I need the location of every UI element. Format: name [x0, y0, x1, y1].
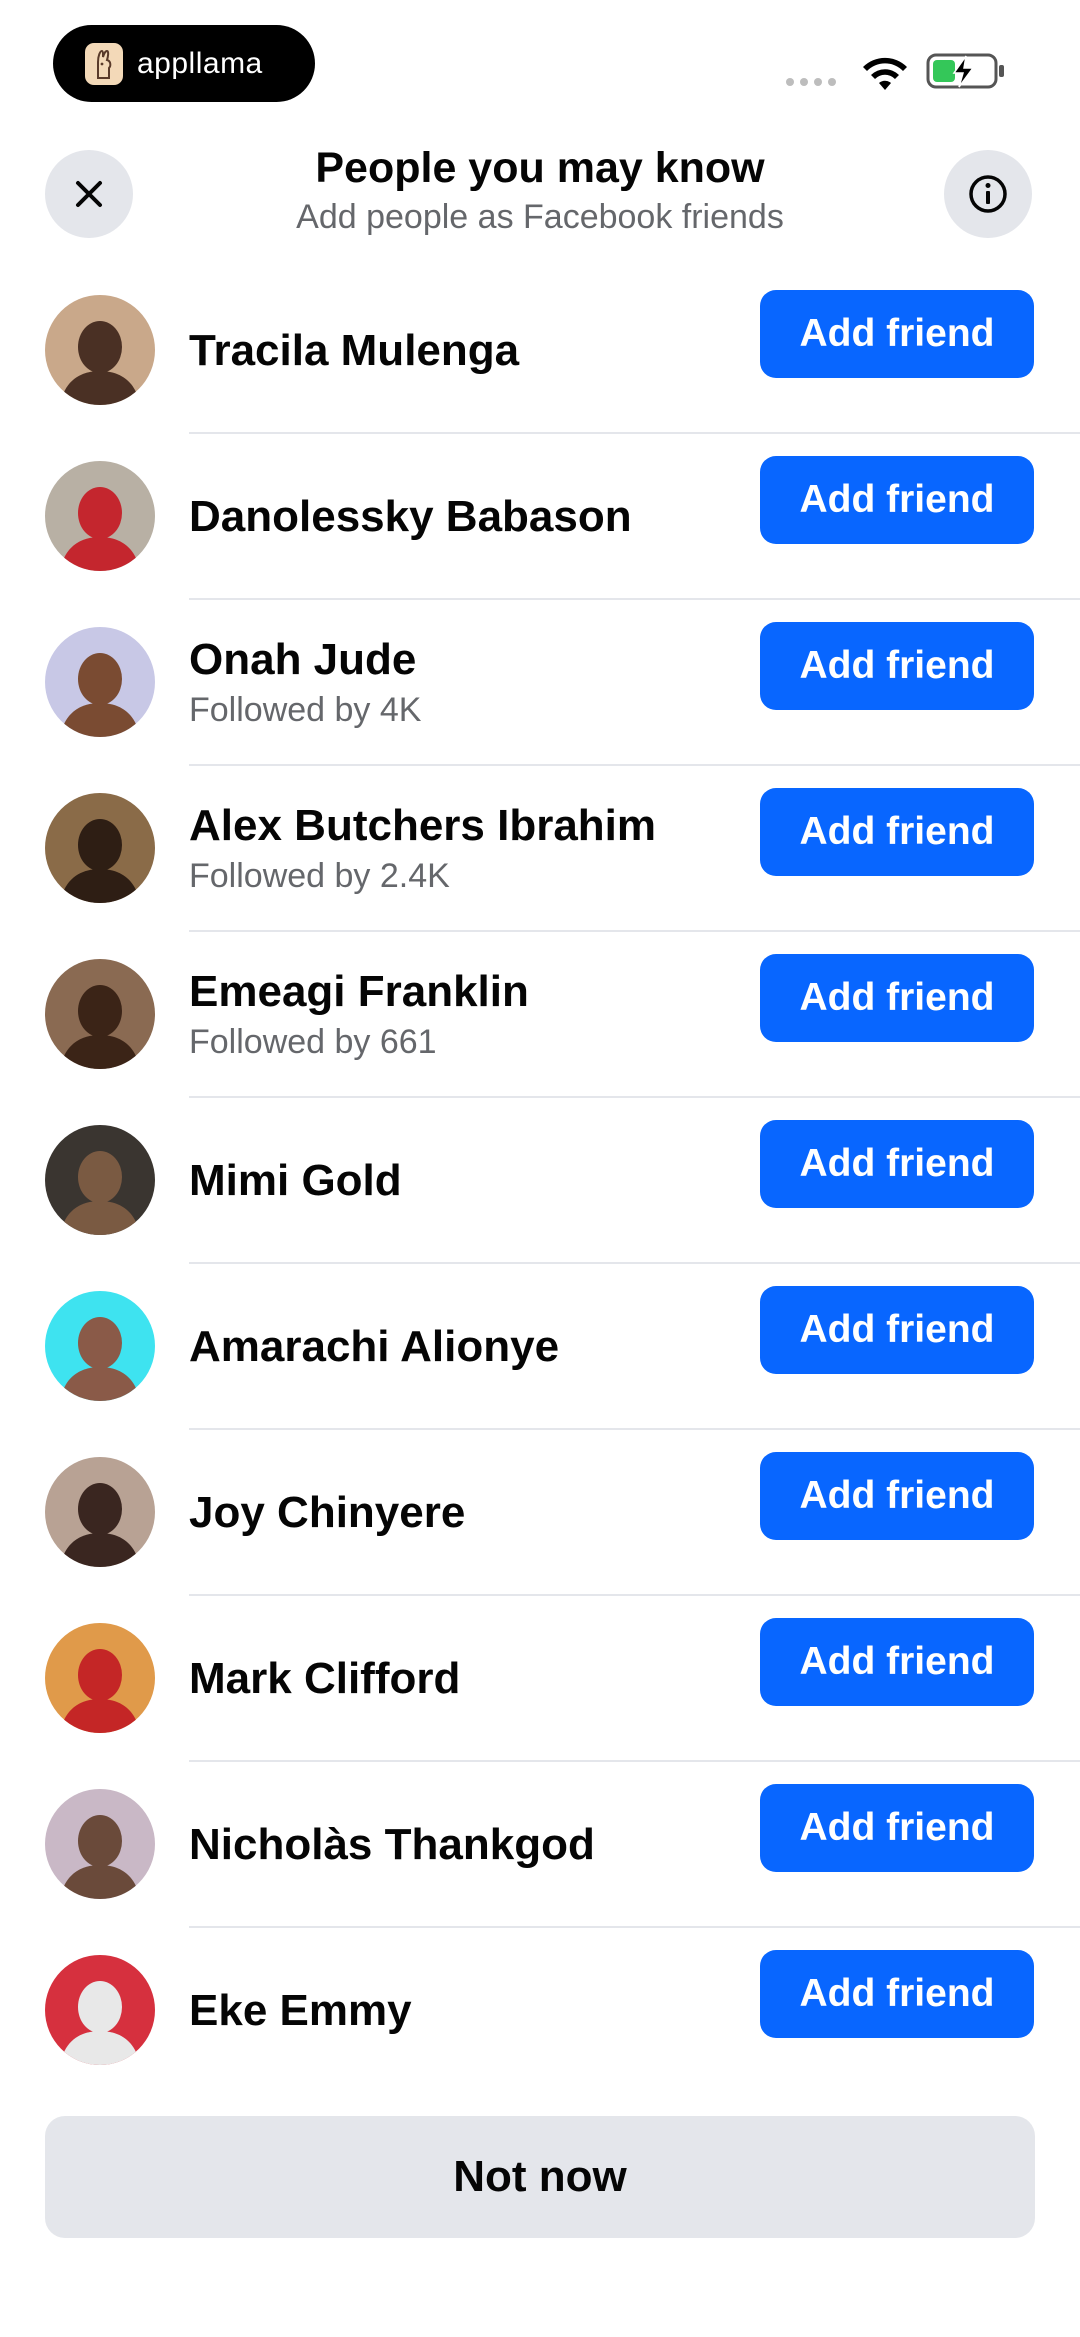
- signal-icon: [786, 78, 836, 86]
- appllama-logo-icon: [85, 42, 123, 85]
- app-name: appllama: [137, 46, 263, 80]
- avatar[interactable]: [45, 1457, 155, 1567]
- person-text: Emeagi Franklin Followed by 661: [189, 932, 749, 1098]
- person-name[interactable]: Danolessky Babason: [189, 490, 749, 544]
- add-friend-button[interactable]: Add friend: [760, 1784, 1034, 1872]
- person-name[interactable]: Tracila Mulenga: [189, 324, 749, 378]
- person-row: Emeagi Franklin Followed by 661 Add frie…: [0, 932, 1080, 1098]
- person-name[interactable]: Alex Butchers Ibrahim: [189, 799, 749, 853]
- person-name[interactable]: Amarachi Alionye: [189, 1320, 749, 1374]
- avatar[interactable]: [45, 627, 155, 737]
- add-friend-button[interactable]: Add friend: [760, 1950, 1034, 2038]
- person-text: Joy Chinyere: [189, 1430, 749, 1596]
- avatar[interactable]: [45, 295, 155, 405]
- person-name[interactable]: Emeagi Franklin: [189, 965, 749, 1019]
- person-row: Eke Emmy Add friend: [0, 1928, 1080, 2094]
- person-name[interactable]: Mark Clifford: [189, 1652, 749, 1706]
- add-friend-button[interactable]: Add friend: [760, 1452, 1034, 1540]
- person-row: Alex Butchers Ibrahim Followed by 2.4K A…: [0, 766, 1080, 932]
- avatar[interactable]: [45, 959, 155, 1069]
- person-row: Mark Clifford Add friend: [0, 1596, 1080, 1762]
- dialog-header: People you may know Add people as Facebo…: [0, 140, 1080, 260]
- add-friend-button[interactable]: Add friend: [760, 1286, 1034, 1374]
- avatar[interactable]: [45, 1623, 155, 1733]
- person-row: Joy Chinyere Add friend: [0, 1430, 1080, 1596]
- add-friend-button[interactable]: Add friend: [760, 456, 1034, 544]
- add-friend-button[interactable]: Add friend: [760, 290, 1034, 378]
- person-text: Onah Jude Followed by 4K: [189, 600, 749, 766]
- add-friend-button[interactable]: Add friend: [760, 622, 1034, 710]
- person-row: Mimi Gold Add friend: [0, 1098, 1080, 1264]
- person-text: Nicholàs Thankgod: [189, 1762, 749, 1928]
- add-friend-button[interactable]: Add friend: [760, 1120, 1034, 1208]
- person-name[interactable]: Mimi Gold: [189, 1154, 749, 1208]
- mutual-followers: Followed by 4K: [189, 691, 422, 729]
- person-name[interactable]: Onah Jude: [189, 633, 749, 687]
- mutual-followers: Followed by 661: [189, 1023, 437, 1061]
- avatar[interactable]: [45, 1291, 155, 1401]
- wifi-icon: [863, 57, 907, 90]
- person-text: Alex Butchers Ibrahim Followed by 2.4K: [189, 766, 749, 932]
- person-name[interactable]: Eke Emmy: [189, 1984, 749, 2038]
- avatar[interactable]: [45, 793, 155, 903]
- add-friend-button[interactable]: Add friend: [760, 1618, 1034, 1706]
- person-row: Tracila Mulenga Add friend: [0, 268, 1080, 434]
- people-list: Tracila Mulenga Add friend Danolessky Ba…: [0, 268, 1080, 2094]
- person-name[interactable]: Nicholàs Thankgod: [189, 1818, 749, 1872]
- person-text: Tracila Mulenga: [189, 268, 749, 434]
- add-friend-button[interactable]: Add friend: [760, 788, 1034, 876]
- page-title: People you may know: [315, 144, 765, 192]
- add-friend-button[interactable]: Add friend: [760, 954, 1034, 1042]
- avatar[interactable]: [45, 1955, 155, 2065]
- person-text: Eke Emmy: [189, 1928, 749, 2094]
- person-row: Onah Jude Followed by 4K Add friend: [0, 600, 1080, 766]
- person-text: Mark Clifford: [189, 1596, 749, 1762]
- person-text: Amarachi Alionye: [189, 1264, 749, 1430]
- status-bar: appllama: [0, 0, 1080, 120]
- avatar[interactable]: [45, 461, 155, 571]
- mutual-followers: Followed by 2.4K: [189, 857, 450, 895]
- person-text: Danolessky Babason: [189, 434, 749, 600]
- avatar[interactable]: [45, 1125, 155, 1235]
- person-row: Danolessky Babason Add friend: [0, 434, 1080, 600]
- person-text: Mimi Gold: [189, 1098, 749, 1264]
- app-badge: appllama: [53, 25, 315, 102]
- avatar[interactable]: [45, 1789, 155, 1899]
- person-row: Amarachi Alionye Add friend: [0, 1264, 1080, 1430]
- battery-charging-icon: [926, 53, 1004, 89]
- person-name[interactable]: Joy Chinyere: [189, 1486, 749, 1540]
- info-icon: [969, 175, 1007, 213]
- page-subtitle: Add people as Facebook friends: [296, 198, 784, 236]
- person-row: Nicholàs Thankgod Add friend: [0, 1762, 1080, 1928]
- not-now-button[interactable]: Not now: [45, 2116, 1035, 2238]
- info-button[interactable]: [944, 150, 1032, 238]
